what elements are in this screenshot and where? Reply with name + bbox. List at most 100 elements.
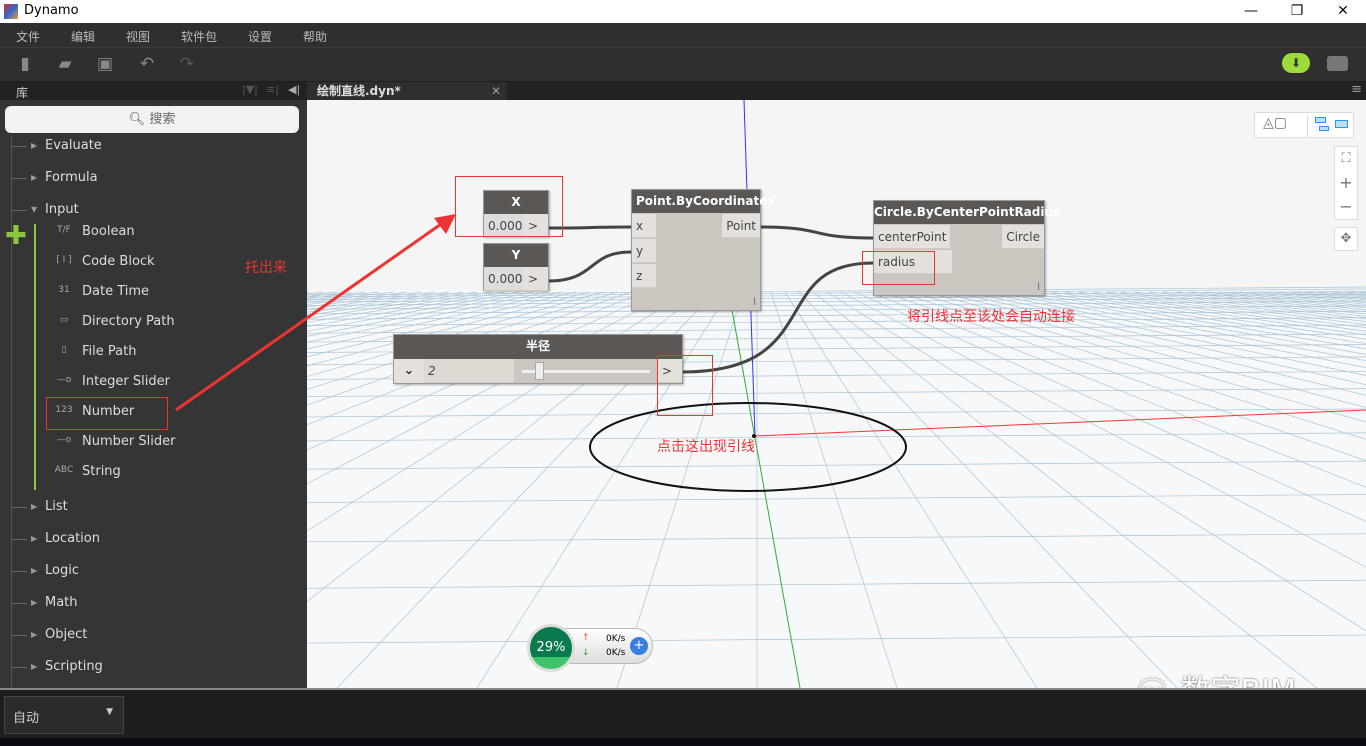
camera-icon[interactable] [1327, 56, 1348, 71]
number-input[interactable]: 0.000 [484, 267, 524, 291]
expand-icon[interactable]: ▶ [31, 534, 37, 543]
library-category-list[interactable]: List [45, 499, 68, 514]
library-item-file-path[interactable]: File Path [82, 344, 136, 359]
wechat-icon: 💬︎ [1133, 674, 1171, 688]
output-port-circle[interactable]: Circle [1002, 225, 1044, 249]
slider-track[interactable] [514, 359, 658, 383]
expand-icon[interactable]: ▶ [31, 502, 37, 511]
restore-button[interactable]: ❐ [1274, 0, 1320, 23]
geometry-view-icon[interactable]: ◬▢ [1263, 115, 1287, 131]
graph-view-icon[interactable] [1315, 117, 1349, 133]
point-bycoordinates-node[interactable]: Point.ByCoordinates x y z Point l [631, 189, 775, 311]
library-item-date-time[interactable]: Date Time [82, 284, 149, 299]
menu-bar: 文件 编辑 视图 软件包 设置 帮助 [0, 23, 1366, 48]
cloud-download-icon[interactable]: ⬇ [1282, 53, 1310, 73]
annotation-box-x [455, 176, 563, 237]
library-item-number-slider[interactable]: Number Slider [82, 434, 175, 449]
undo-icon[interactable]: ↶ [136, 54, 158, 74]
number-slider-node[interactable]: 半径 ⌄ 2 > [393, 334, 683, 384]
annotation-click: 点击这出现引线 [657, 439, 755, 455]
expand-icon[interactable]: ▶ [31, 566, 37, 575]
library-header: 库 |▼| ≡| ◀| [0, 82, 307, 100]
library-category-object[interactable]: Object [45, 627, 87, 642]
filter-icon[interactable]: |▼| [242, 83, 258, 96]
slider-value-input[interactable]: 2 [424, 359, 514, 383]
run-mode-dropdown[interactable]: 自动 ▼ [4, 696, 124, 734]
library-category-location[interactable]: Location [45, 531, 100, 546]
expand-icon[interactable]: ▼ [31, 205, 37, 214]
upload-speed: 0K/s [606, 634, 626, 644]
list-view-icon[interactable]: ≡| [266, 83, 279, 96]
save-icon[interactable]: ▣ [94, 54, 116, 74]
close-button[interactable]: ✕ [1320, 0, 1366, 23]
zoom-in-icon[interactable]: + [1335, 171, 1357, 195]
library-item-string[interactable]: String [82, 464, 121, 479]
tab-menu-icon[interactable]: ≡ [1351, 82, 1362, 97]
library-category-input[interactable]: Input [45, 202, 79, 217]
string-icon: ABC [54, 465, 74, 475]
run-mode-value: 自动 [13, 711, 40, 726]
menu-file[interactable]: 文件 [16, 28, 40, 45]
slider-thumb[interactable] [535, 362, 544, 380]
library-category-math[interactable]: Math [45, 595, 78, 610]
network-percent[interactable]: 29% [527, 624, 575, 672]
dynamo-logo-icon [4, 4, 18, 19]
input-port-x[interactable]: x [632, 214, 656, 238]
annotation-box-output [657, 355, 713, 416]
library-search-input[interactable]: 🔍︎ 搜索 [5, 106, 299, 133]
wire-point[interactable] [759, 225, 874, 240]
menu-settings[interactable]: 设置 [248, 28, 272, 45]
minimize-button[interactable]: — [1228, 0, 1274, 23]
lacing-indicator: l [753, 297, 756, 308]
collapse-panel-icon[interactable]: ◀| [288, 83, 300, 96]
expand-icon[interactable]: ▶ [31, 173, 37, 182]
file-path-icon: ▯ [61, 345, 67, 355]
library-category-evaluate[interactable]: Evaluate [45, 138, 102, 153]
add-node-icon: ✚ [5, 221, 27, 251]
workspace-canvas[interactable]: ◬▢ ⛶ + − ✥ X 0.000 > Y 0.000 > Point.ByCoo… [307, 100, 1366, 688]
wire-y[interactable] [547, 250, 632, 283]
zoom-out-icon[interactable]: − [1335, 195, 1357, 219]
menu-help[interactable]: 帮助 [303, 28, 327, 45]
plus-icon[interactable]: + [630, 637, 648, 655]
input-port-z[interactable]: z [632, 264, 656, 288]
library-item-directory-path[interactable]: Directory Path [82, 314, 175, 329]
library-item-integer-slider[interactable]: Integer Slider [82, 374, 170, 389]
input-port-centerpoint[interactable]: centerPoint [874, 225, 951, 249]
toolbar: ▮ ▰ ▣ ↶ ↷ ⬇ [0, 48, 1366, 81]
expand-icon[interactable]: ▶ [31, 630, 37, 639]
window-title: Dynamo [24, 3, 79, 18]
upload-arrow-icon: ↑ [582, 633, 590, 643]
output-port-point[interactable]: Point [722, 214, 760, 238]
library-category-logic[interactable]: Logic [45, 563, 79, 578]
menu-view[interactable]: 视图 [126, 28, 150, 45]
input-port-y[interactable]: y [632, 239, 656, 263]
number-slider-icon: —o [56, 435, 72, 445]
expand-slider-icon[interactable]: ⌄ [394, 359, 424, 383]
zoom-controls: ⛶ + − [1334, 146, 1358, 220]
node-title: Point.ByCoordinates [632, 190, 775, 213]
expand-icon[interactable]: ▶ [31, 598, 37, 607]
redo-icon[interactable]: ↷ [176, 54, 198, 74]
open-file-icon[interactable]: ▰ [54, 54, 76, 74]
number-node-y[interactable]: Y 0.000 > [483, 243, 549, 291]
directory-path-icon: ▭ [59, 315, 69, 325]
title-bar: Dynamo — ❐ ✕ [0, 0, 1366, 23]
zoom-fit-icon[interactable]: ⛶ [1335, 147, 1357, 171]
pan-icon[interactable]: ✥ [1334, 227, 1358, 251]
tree-active-line [34, 224, 36, 490]
expand-icon[interactable]: ▶ [31, 141, 37, 150]
tab-close-icon[interactable]: ✕ [491, 82, 501, 100]
new-file-icon[interactable]: ▮ [14, 54, 36, 74]
library-item-code-block[interactable]: Code Block [82, 254, 155, 269]
annotation-box-number [46, 397, 168, 430]
library-category-formula[interactable]: Formula [45, 170, 98, 185]
library-category-scripting[interactable]: Scripting [45, 659, 103, 674]
library-item-boolean[interactable]: Boolean [82, 224, 135, 239]
expand-icon[interactable]: ▶ [31, 662, 37, 671]
menu-edit[interactable]: 编辑 [71, 28, 95, 45]
library-panel: 库 |▼| ≡| ◀| 🔍︎ 搜索 ✚ ▶ Evaluate ▶ Formula ▼ In… [0, 82, 307, 688]
tab-workspace[interactable]: 绘制直线.dyn* ✕ [307, 82, 507, 100]
output-port[interactable]: > [524, 267, 548, 291]
menu-packages[interactable]: 软件包 [181, 28, 217, 45]
